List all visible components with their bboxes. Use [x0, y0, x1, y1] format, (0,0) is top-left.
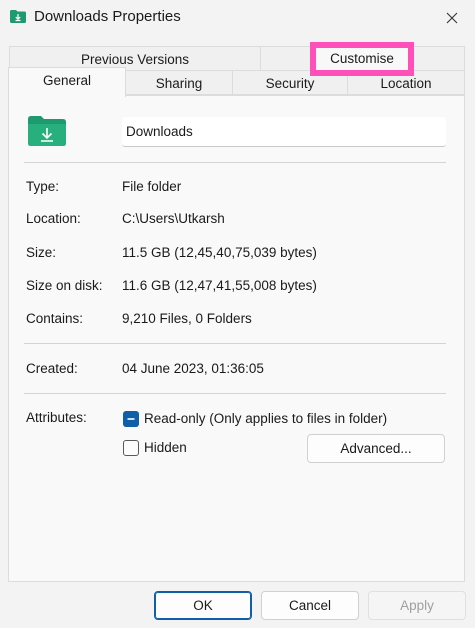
folder-name-input[interactable]: [122, 117, 446, 147]
tab-sharing[interactable]: Sharing: [125, 70, 233, 95]
cancel-button[interactable]: Cancel: [261, 591, 359, 620]
size-on-disk-label: Size on disk:: [26, 278, 103, 293]
created-value: 04 June 2023, 01:36:05: [122, 361, 264, 376]
divider: [24, 162, 446, 163]
size-on-disk-value: 11.6 GB (12,47,41,55,008 bytes): [122, 278, 317, 293]
type-value: File folder: [122, 179, 182, 194]
general-panel: [8, 95, 465, 582]
readonly-label[interactable]: Read-only (Only applies to files in fold…: [144, 411, 387, 426]
folder-download-icon: [28, 116, 66, 146]
divider: [24, 393, 446, 394]
advanced-button[interactable]: Advanced...: [307, 434, 445, 463]
readonly-checkbox[interactable]: [123, 411, 139, 427]
tab-customise-highlight[interactable]: Customise: [310, 42, 414, 76]
folder-download-icon: [10, 10, 26, 23]
size-value: 11.5 GB (12,45,40,75,039 bytes): [122, 245, 317, 260]
close-icon: [446, 12, 458, 24]
apply-button[interactable]: Apply: [368, 591, 466, 620]
created-label: Created:: [26, 361, 78, 376]
contains-value: 9,210 Files, 0 Folders: [122, 311, 252, 326]
hidden-checkbox[interactable]: [123, 440, 139, 456]
checkmark-icon: [127, 418, 135, 420]
title-bar: Downloads Properties: [0, 0, 475, 36]
attributes-label: Attributes:: [26, 410, 87, 425]
contains-label: Contains:: [26, 311, 84, 326]
window-title: Downloads Properties: [34, 8, 181, 25]
divider: [24, 343, 446, 344]
tab-general[interactable]: General: [8, 67, 126, 97]
close-button[interactable]: [429, 0, 475, 36]
location-label: Location:: [26, 211, 81, 226]
location-value: C:\Users\Utkarsh: [122, 211, 225, 226]
tab-customise[interactable]: Customise: [316, 48, 408, 70]
size-label: Size:: [26, 245, 57, 260]
type-label: Type:: [26, 179, 60, 194]
ok-button[interactable]: OK: [154, 591, 252, 620]
hidden-label[interactable]: Hidden: [144, 440, 187, 455]
